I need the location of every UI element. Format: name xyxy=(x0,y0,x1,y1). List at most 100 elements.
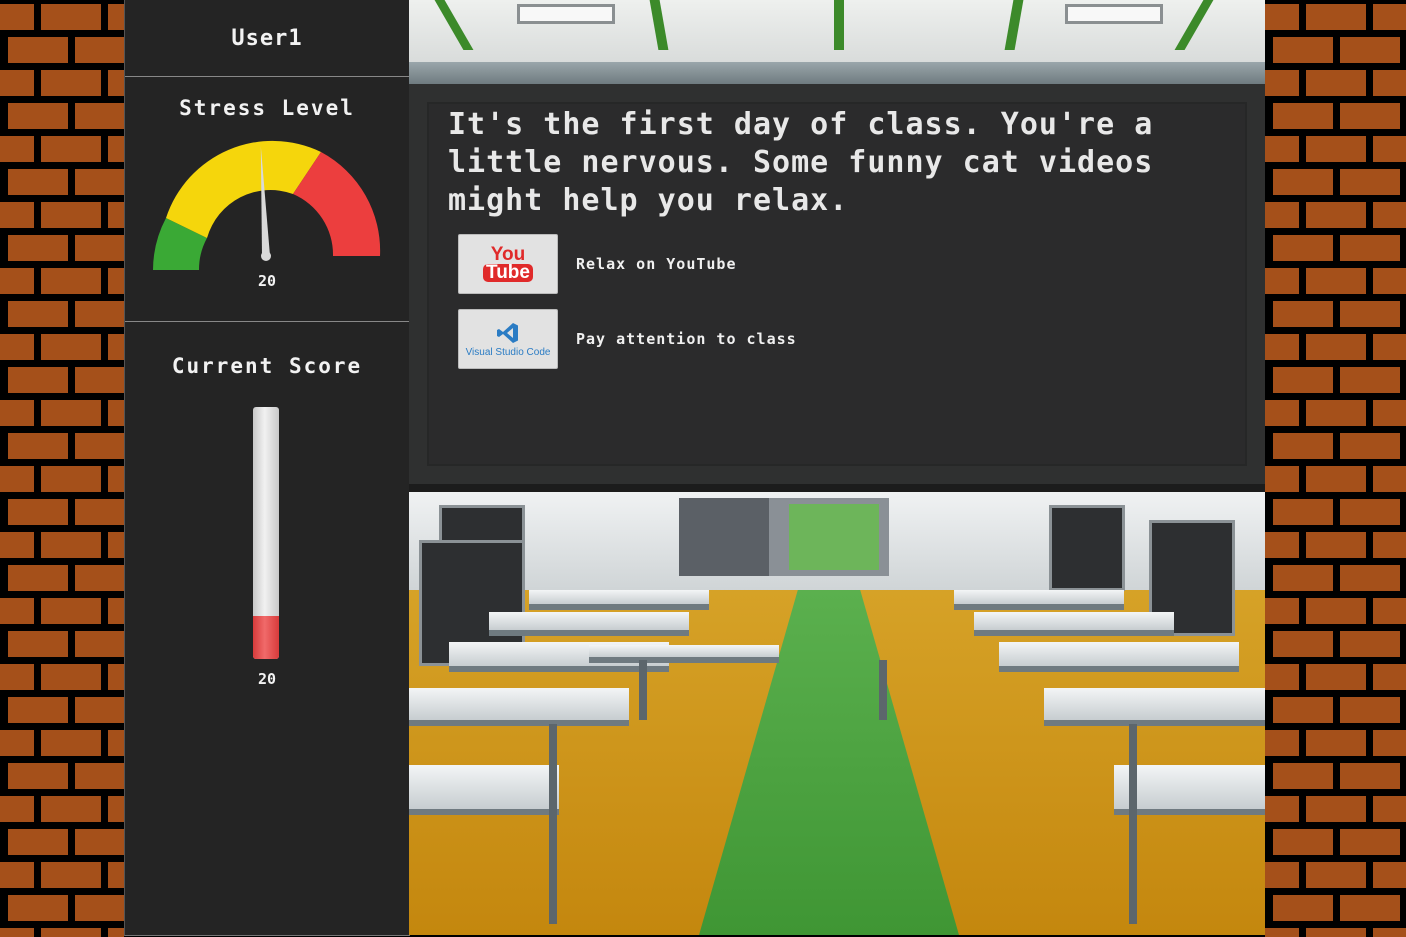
desk xyxy=(409,765,559,815)
youtube-logo-bottom: Tube xyxy=(483,263,533,282)
brick xyxy=(41,70,101,96)
brick xyxy=(1306,268,1366,294)
youtube-icon: You Tube xyxy=(483,245,533,282)
brick-pattern xyxy=(0,4,124,937)
brick xyxy=(75,235,124,261)
brick xyxy=(1340,367,1400,393)
brick xyxy=(41,268,101,294)
brick xyxy=(75,631,124,657)
brick xyxy=(41,466,101,492)
desk xyxy=(974,612,1174,636)
brick xyxy=(1373,334,1406,360)
brick xyxy=(1306,862,1366,888)
brick-pattern xyxy=(1265,4,1406,937)
brick xyxy=(0,334,34,360)
brick xyxy=(8,367,68,393)
brick xyxy=(1265,70,1299,96)
brick xyxy=(1373,796,1406,822)
choice-vscode-label[interactable]: Pay attention to class xyxy=(576,330,797,348)
choice-vscode[interactable]: Visual Studio Code Pay attention to clas… xyxy=(458,309,797,369)
youtube-button[interactable]: You Tube xyxy=(458,234,558,294)
brick xyxy=(41,202,101,228)
brick xyxy=(1265,400,1299,426)
brick xyxy=(108,796,124,822)
vscode-logo-text: Visual Studio Code xyxy=(465,346,551,358)
brick xyxy=(0,598,34,624)
brick xyxy=(1273,301,1333,327)
desk-monitor xyxy=(1049,505,1125,591)
brick xyxy=(1273,631,1333,657)
brick xyxy=(41,598,101,624)
brick xyxy=(41,928,101,937)
ceiling-beam xyxy=(649,0,669,50)
brick-wall-right xyxy=(1265,0,1406,937)
brick xyxy=(1340,301,1400,327)
brick xyxy=(1340,433,1400,459)
brick xyxy=(1265,796,1299,822)
brick xyxy=(108,730,124,756)
brick xyxy=(1273,763,1333,789)
brick xyxy=(8,565,68,591)
brick xyxy=(1373,730,1406,756)
brick xyxy=(1373,664,1406,690)
brick-wall-left xyxy=(0,0,124,937)
brick xyxy=(8,631,68,657)
brick xyxy=(75,829,124,855)
brick xyxy=(1265,598,1299,624)
brick xyxy=(75,499,124,525)
brick xyxy=(1265,202,1299,228)
brick xyxy=(1373,4,1406,30)
brick xyxy=(1340,565,1400,591)
brick xyxy=(108,202,124,228)
vscode-button[interactable]: Visual Studio Code xyxy=(458,309,558,369)
brick xyxy=(1273,235,1333,261)
brick xyxy=(1306,532,1366,558)
brick xyxy=(8,301,68,327)
ceiling-beam xyxy=(1174,0,1214,50)
desk xyxy=(489,612,689,636)
vscode-icon: Visual Studio Code xyxy=(465,321,551,358)
brick xyxy=(1273,499,1333,525)
stress-gauge xyxy=(153,140,381,270)
brick xyxy=(108,70,124,96)
brick xyxy=(0,400,34,426)
brick xyxy=(1306,928,1366,937)
user-name: User1 xyxy=(125,0,409,77)
story-text: It's the first day of class. You're a li… xyxy=(448,107,1154,218)
brick xyxy=(108,268,124,294)
brick xyxy=(0,4,34,30)
desk xyxy=(529,590,709,610)
brick xyxy=(108,532,124,558)
brick xyxy=(1340,829,1400,855)
brick xyxy=(1306,730,1366,756)
brick xyxy=(1340,499,1400,525)
ceiling-beam xyxy=(1004,0,1024,50)
brick xyxy=(41,532,101,558)
brick xyxy=(1340,697,1400,723)
choice-youtube[interactable]: You Tube Relax on YouTube xyxy=(458,234,737,294)
status-sidebar: User1 Stress Level 20 Current Score 20 xyxy=(124,0,410,936)
brick xyxy=(41,334,101,360)
brick xyxy=(108,4,124,30)
brick xyxy=(8,103,68,129)
ceiling-light xyxy=(517,4,615,24)
brick xyxy=(0,862,34,888)
brick xyxy=(8,829,68,855)
choice-youtube-label[interactable]: Relax on YouTube xyxy=(576,255,737,273)
brick xyxy=(1306,598,1366,624)
brick xyxy=(8,433,68,459)
brick xyxy=(75,169,124,195)
desk-leg xyxy=(549,724,557,924)
desk-leg xyxy=(639,660,647,720)
brick xyxy=(75,763,124,789)
brick xyxy=(108,862,124,888)
stress-title: Stress Level xyxy=(179,96,355,120)
brick xyxy=(0,268,34,294)
score-title: Current Score xyxy=(171,354,363,378)
front-monitor xyxy=(679,498,769,576)
brick xyxy=(1340,763,1400,789)
brick xyxy=(1373,268,1406,294)
brick xyxy=(41,862,101,888)
ceiling xyxy=(409,0,1265,62)
brick xyxy=(0,202,34,228)
